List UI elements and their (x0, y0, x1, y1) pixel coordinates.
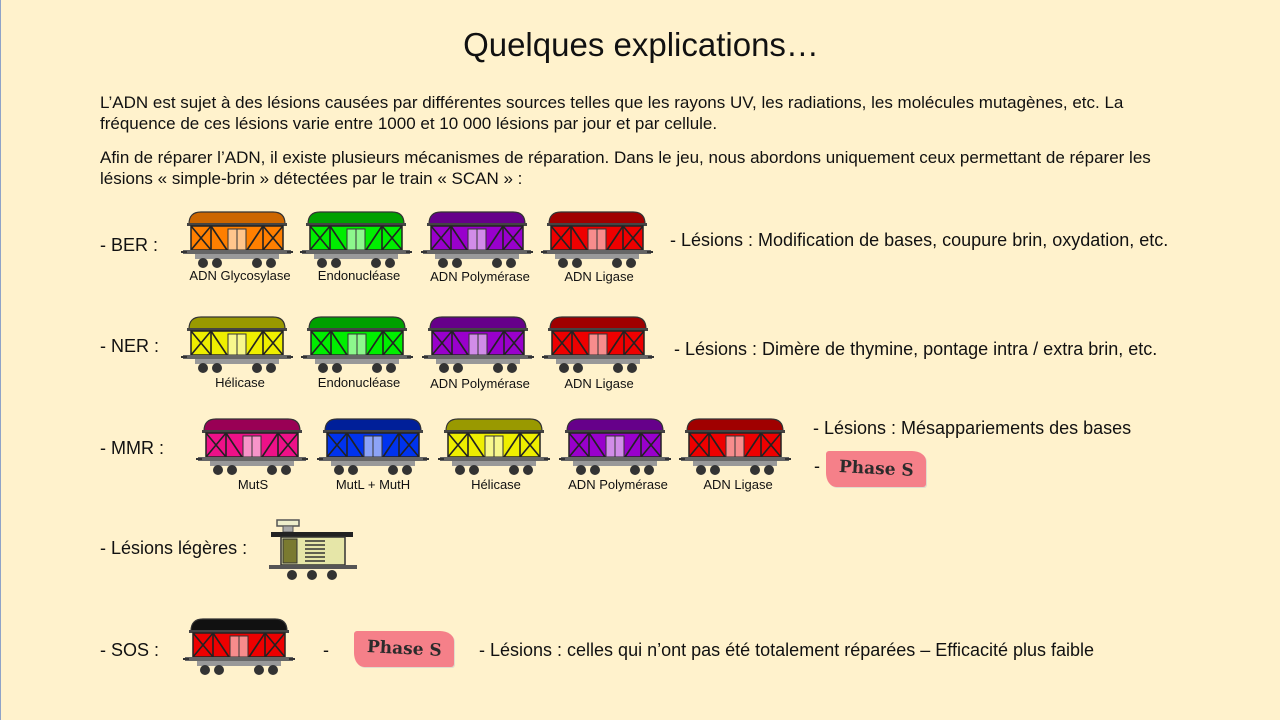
locomotive-icon (267, 517, 359, 583)
mmr-caption-1: MutS (237, 477, 269, 492)
wagon-adn-ligase (679, 417, 791, 479)
ner-lesions: - Lésions : Dimère de thymine, pontage i… (674, 339, 1158, 359)
mmr-phase-s-label: Phase S (838, 457, 914, 481)
sos-phase-dash: - (323, 640, 329, 660)
wagon-helicase (181, 315, 293, 377)
sos-label: - SOS : (100, 640, 160, 660)
light-lesions-label: - Lésions légères : (100, 538, 248, 558)
ner-label: - NER : (100, 336, 160, 356)
wagon-adn-ligase (541, 210, 653, 272)
wagon-muts (196, 417, 308, 479)
ber-label: - BER : (100, 235, 159, 255)
intro-paragraph-1: L’ADN est sujet à des lésions causées pa… (100, 93, 1124, 133)
ber-lesions: - Lésions : Modification de bases, coupu… (670, 230, 1169, 250)
wagon-adn-ligase (542, 315, 654, 377)
ner-caption-4: ADN Ligase (564, 376, 634, 391)
mmr-caption-4: ADN Polymérase (568, 477, 668, 492)
mmr-lesions: - Lésions : Mésappariements des bases (813, 418, 1132, 438)
ner-caption-2: Endonucléase (317, 375, 401, 390)
wagon-adn-polymerase (421, 210, 533, 272)
wagon-endonuclease (300, 210, 412, 272)
mmr-label: - MMR : (100, 438, 164, 458)
wagon-adn-polymerase (559, 417, 671, 479)
wagon-helicase (438, 417, 550, 479)
wagon-adn-polymerase (422, 315, 534, 377)
mmr-caption-3: Hélicase (471, 477, 521, 492)
wagon-endonuclease (301, 315, 413, 377)
ber-caption-4: ADN Ligase (564, 269, 634, 284)
wagon-mutl-muth (317, 417, 429, 479)
mmr-phase-dash: - (814, 456, 820, 476)
page-title: Quelques explications… (463, 26, 819, 63)
intro-paragraph-2: Afin de réparer l’ADN, il existe plusieu… (100, 148, 1151, 188)
sos-phase-s-badge: Phase S (354, 631, 454, 667)
wagon-sos (183, 617, 295, 679)
sos-lesions: - Lésions : celles qui n’ont pas été tot… (479, 640, 1095, 660)
ber-caption-2: Endonucléase (317, 268, 401, 283)
sos-phase-s-label: Phase S (366, 637, 442, 661)
wagon-adn-glycosylase (181, 210, 293, 272)
mmr-caption-2: MutL + MutH (335, 477, 411, 492)
mmr-phase-s-badge: Phase S (826, 451, 926, 487)
mmr-caption-5: ADN Ligase (703, 477, 773, 492)
